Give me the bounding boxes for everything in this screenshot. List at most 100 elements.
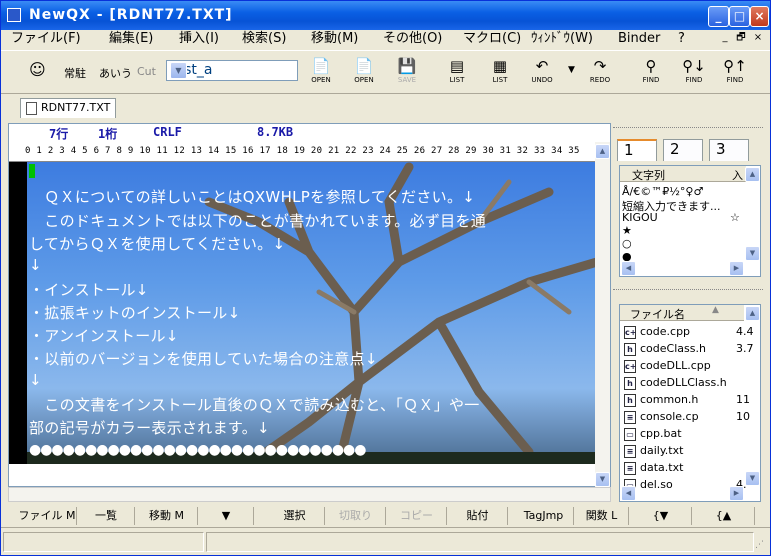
fkey-paste[interactable]: 貼付 xyxy=(448,507,508,525)
clip-list[interactable]: 文字列 入 Å/€©™₽½°♀♂ 短縮入力できます... KIGOU ☆ ★ ○… xyxy=(619,165,761,277)
text-line[interactable]: 部の記号がカラー表示されます。↓ xyxy=(29,417,270,438)
undo-button[interactable]: ↶ UNDO xyxy=(525,56,559,92)
menu-macro[interactable]: マクロ(C) xyxy=(463,30,521,48)
fkey-select[interactable]: 選択 xyxy=(265,507,325,525)
tab-rdnt77[interactable]: RDNT77.TXT xyxy=(20,98,116,118)
scroll-right-icon[interactable]: ▶ xyxy=(729,261,744,276)
column-input[interactable]: 入 xyxy=(732,167,743,183)
chevron-down-icon[interactable]: ▼ xyxy=(170,62,187,79)
maximize-button[interactable]: □ xyxy=(729,6,750,27)
editor[interactable]: 7行 1桁 CRLF 8.7KB 0 1 2 3 4 5 6 7 8 9 10 … xyxy=(8,123,611,487)
file-item[interactable]: h common.h 11 xyxy=(624,393,750,410)
resize-grip-icon[interactable]: ⋰ xyxy=(755,540,764,550)
find-next-button[interactable]: ⚲↓ FIND xyxy=(677,56,711,92)
list-button-2[interactable]: ▦ LIST xyxy=(483,56,517,92)
file-item[interactable]: c+ code.cpp 4.4 xyxy=(624,325,754,342)
list-button[interactable]: ▤ LIST xyxy=(440,56,474,92)
file-item[interactable]: ≡ daily.txt xyxy=(624,444,683,461)
fkey-brace-up[interactable]: {▲ xyxy=(693,507,755,525)
fkey-cut[interactable]: 切取り xyxy=(326,507,386,525)
text-line[interactable]: ＱＸについての詳しいことはQXWHLPを参照してください。↓ xyxy=(29,186,475,207)
file-item[interactable]: ≡ console.cp 10 xyxy=(624,410,750,427)
file-list-header[interactable]: ファイル名 ▲ xyxy=(620,305,744,321)
scroll-down-icon[interactable]: ▼ xyxy=(745,471,760,486)
find-button[interactable]: ⚲ FIND xyxy=(634,56,668,92)
panel-splitter[interactable] xyxy=(613,289,763,295)
fkey-brace-down[interactable]: {▼ xyxy=(630,507,692,525)
tab-3[interactable]: 3 xyxy=(709,139,749,161)
file-item[interactable]: c+ codeDLL.cpp xyxy=(624,359,711,376)
scroll-down-icon[interactable]: ▼ xyxy=(745,246,760,261)
text-line[interactable]: ・拡張キットのインストール↓ xyxy=(29,302,240,323)
file-item[interactable]: ▭ cpp.bat xyxy=(624,427,682,444)
save-button[interactable]: 💾 SAVE xyxy=(390,56,424,92)
column-filename[interactable]: ファイル名 xyxy=(630,306,685,322)
column-string[interactable]: 文字列 xyxy=(632,167,665,183)
open-button-2[interactable]: 📄 OPEN xyxy=(347,56,381,92)
scroll-right-icon[interactable]: ▶ xyxy=(729,486,744,501)
open-button[interactable]: 📄 OPEN xyxy=(304,56,338,92)
menu-window[interactable]: ｳｨﾝﾄﾞｳ(W) xyxy=(531,30,593,48)
resident-mode[interactable]: 常駐 xyxy=(64,65,86,81)
editor-vertical-scrollbar[interactable]: ▲ ▼ xyxy=(595,142,610,487)
fkey-move[interactable]: 移動 M xyxy=(136,507,198,525)
text-line[interactable]: このドキュメントでは以下のことが書かれています。必ず目を通 xyxy=(29,210,486,231)
undo-dropdown-icon[interactable]: ▼ xyxy=(568,65,575,75)
scroll-left-icon[interactable]: ◀ xyxy=(621,486,636,501)
list-item[interactable]: ★ xyxy=(622,224,632,237)
list-item[interactable]: ○ xyxy=(622,237,632,250)
list-item[interactable]: Å/€©™₽½°♀♂ xyxy=(622,185,703,198)
file-item[interactable]: ≡ data.txt xyxy=(624,461,683,478)
menu-insert[interactable]: 挿入(I) xyxy=(179,30,219,48)
file-list[interactable]: ファイル名 ▲ c+ code.cpp 4.4 h codeClass.h 3.7 c+… xyxy=(619,304,761,502)
mdi-restore-button[interactable]: 🗗 xyxy=(733,32,749,46)
file-item[interactable]: h codeClass.h 3.7 xyxy=(624,342,754,359)
fkey-tagjump[interactable]: TagJmp xyxy=(514,507,574,525)
ime-mode[interactable]: あいう xyxy=(99,65,132,81)
macro-combo[interactable]: test_a ▼ xyxy=(166,60,298,81)
menu-search[interactable]: 検索(S) xyxy=(242,30,286,48)
text-line[interactable]: ↓ xyxy=(29,256,42,274)
text-line[interactable]: ↓ xyxy=(29,371,42,389)
circles-line[interactable]: ●●●●●●●●●●●●●●●●●●●●●●●●●●●●●● xyxy=(29,442,366,458)
text-line[interactable]: ・アンインストール↓ xyxy=(29,325,179,346)
scroll-left-icon[interactable]: ◀ xyxy=(621,261,636,276)
close-button[interactable]: × xyxy=(750,6,769,27)
menu-other[interactable]: その他(O) xyxy=(383,30,442,48)
list-header[interactable]: 文字列 入 xyxy=(620,166,746,182)
text-line[interactable]: してからＱＸを使用してください。↓ xyxy=(29,233,285,254)
fkey-list[interactable]: 一覧 xyxy=(78,507,135,525)
fkey-copy[interactable]: コピー xyxy=(387,507,447,525)
file-item[interactable]: h codeDLLClass.h xyxy=(624,376,727,393)
menu-move[interactable]: 移動(M) xyxy=(311,30,358,48)
list-item[interactable]: KIGOU xyxy=(622,211,658,224)
smiley-icon[interactable]: ☺ xyxy=(29,60,46,79)
mdi-close-button[interactable]: × xyxy=(750,32,766,46)
cut-mode[interactable]: Cut xyxy=(137,65,156,78)
minimize-button[interactable]: _ xyxy=(708,6,729,27)
scroll-up-icon[interactable]: ▲ xyxy=(745,306,760,321)
mdi-minimize-button[interactable]: _ xyxy=(717,32,733,46)
tab-1[interactable]: 1 xyxy=(617,139,657,161)
text-line[interactable]: ・以前のバージョンを使用していた場合の注意点↓ xyxy=(29,348,378,369)
menu-edit[interactable]: 編集(E) xyxy=(109,30,153,48)
menu-help[interactable]: ? xyxy=(678,30,685,48)
redo-button[interactable]: ↷ REDO xyxy=(583,56,617,92)
tab-2[interactable]: 2 xyxy=(663,139,703,161)
editor-horizontal-scrollbar[interactable] xyxy=(8,487,611,502)
panel-grip[interactable] xyxy=(613,127,763,131)
menu-file[interactable]: ファイル(F) xyxy=(11,30,81,48)
menu-binder[interactable]: Binder xyxy=(618,30,660,48)
scroll-up-icon[interactable]: ▲ xyxy=(595,144,610,159)
text-line[interactable]: ・インストール↓ xyxy=(29,279,149,300)
fkey-function[interactable]: 関数 L xyxy=(575,507,629,525)
fkey-down[interactable]: ▼ xyxy=(199,507,254,525)
scroll-up-icon[interactable]: ▲ xyxy=(745,167,760,182)
title-bar[interactable]: NewQX - [RDNT77.TXT] _ □ × xyxy=(1,1,770,30)
scroll-down-icon[interactable]: ▼ xyxy=(595,472,610,487)
text-line[interactable]: この文書をインストール直後のＱＸで読み込むと、「ＱＸ」や一 xyxy=(29,394,480,415)
ruler[interactable]: 0 1 2 3 4 5 6 7 8 9 10 11 12 13 14 15 16… xyxy=(9,142,597,162)
text-area[interactable]: ＱＸについての詳しいことはQXWHLPを参照してください。↓ このドキュメントで… xyxy=(9,162,597,464)
fkey-file[interactable]: ファイル M xyxy=(18,507,77,525)
find-prev-button[interactable]: ⚲↑ FIND xyxy=(720,56,750,92)
